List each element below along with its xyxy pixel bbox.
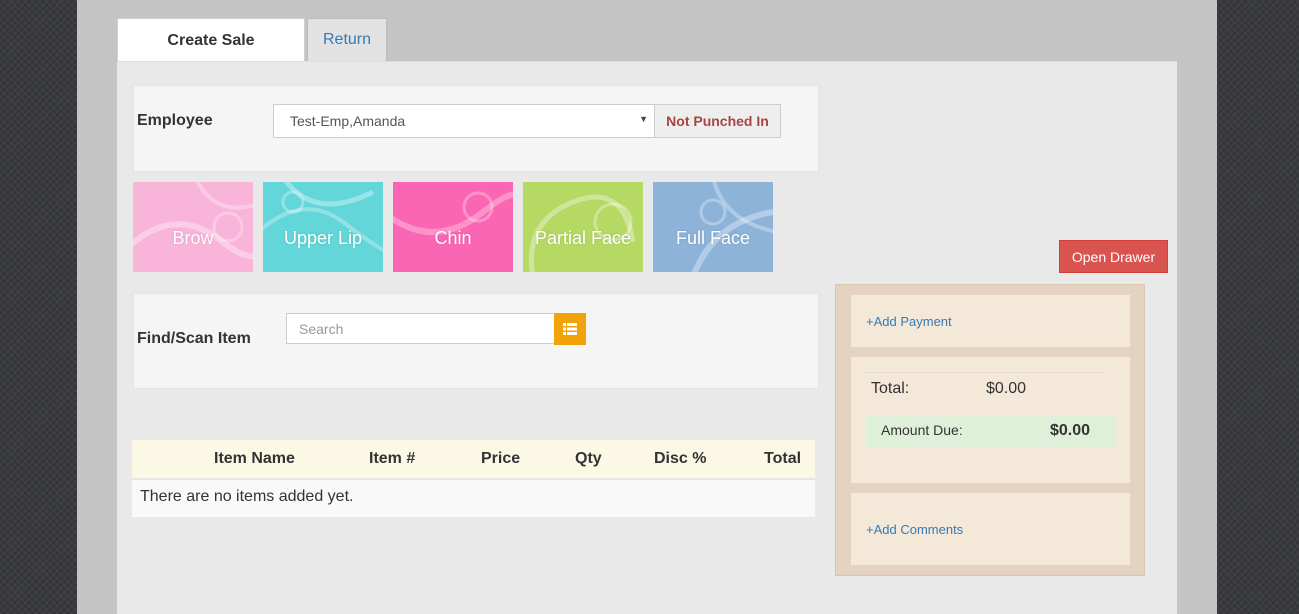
service-button-chin[interactable]: Chin xyxy=(393,182,513,272)
column-header-disc: Disc % xyxy=(654,450,707,467)
sale-summary-panel: +Add Payment Total: $0.00 Amount Due: $0… xyxy=(835,284,1145,576)
column-header-total: Total xyxy=(764,450,802,467)
column-header-qty: Qty xyxy=(575,450,602,467)
service-button-full-face[interactable]: Full Face xyxy=(653,182,773,272)
search-input[interactable] xyxy=(286,313,555,344)
find-item-label: Find/Scan Item xyxy=(137,330,251,347)
service-button-upper-lip[interactable]: Upper Lip xyxy=(263,182,383,272)
add-comments-link[interactable]: +Add Comments xyxy=(866,522,963,537)
amount-due-value: $0.00 xyxy=(1049,422,1090,439)
punch-status-badge: Not Punched In xyxy=(654,104,781,138)
service-label: Brow xyxy=(172,227,214,248)
column-header-price: Price xyxy=(481,450,521,467)
service-button-partial-face[interactable]: Partial Face xyxy=(523,182,643,272)
payment-box: +Add Payment xyxy=(851,295,1130,347)
items-table: Item Name Item # Price Qty Disc % Total … xyxy=(132,440,815,517)
item-list-button[interactable] xyxy=(554,313,586,345)
tab-create-sale[interactable]: Create Sale xyxy=(117,18,305,62)
add-payment-link[interactable]: +Add Payment xyxy=(866,314,952,329)
comments-box: +Add Comments xyxy=(851,493,1130,565)
tab-return[interactable]: Return xyxy=(307,18,387,61)
employee-select[interactable]: Test-Emp,Amanda ▼ xyxy=(273,104,655,138)
caret-down-icon: ▼ xyxy=(639,114,648,124)
amount-due-label: Amount Due: xyxy=(881,422,963,438)
open-drawer-button[interactable]: Open Drawer xyxy=(1059,240,1168,273)
employee-section: Employee Test-Emp,Amanda ▼ Not Punched I… xyxy=(133,85,819,172)
service-button-brow[interactable]: Brow xyxy=(133,182,253,272)
sale-tabs: Create Sale Return xyxy=(117,18,387,62)
divider xyxy=(866,372,1104,373)
totals-box: Total: $0.00 Amount Due: $0.00 xyxy=(851,357,1130,483)
table-empty-row: There are no items added yet. xyxy=(132,480,815,517)
service-label: Full Face xyxy=(675,227,751,248)
service-label: Partial Face xyxy=(534,227,632,248)
column-header-item-name: Item Name xyxy=(214,450,295,467)
service-label: Upper Lip xyxy=(283,227,363,248)
employee-selected-value: Test-Emp,Amanda xyxy=(290,113,406,129)
list-icon xyxy=(563,323,577,335)
total-value: $0.00 xyxy=(986,380,1027,397)
amount-due-row: Amount Due: $0.00 xyxy=(866,415,1115,448)
column-header-item-number: Item # xyxy=(369,450,416,467)
total-label: Total: xyxy=(871,380,910,397)
pos-app: Create Sale Return Employee Test-Emp,Ama… xyxy=(77,0,1217,614)
service-label: Chin xyxy=(434,227,472,248)
find-item-section: Find/Scan Item xyxy=(133,293,819,389)
employee-label: Employee xyxy=(137,112,213,129)
table-header: Item Name Item # Price Qty Disc % Total xyxy=(132,440,815,480)
